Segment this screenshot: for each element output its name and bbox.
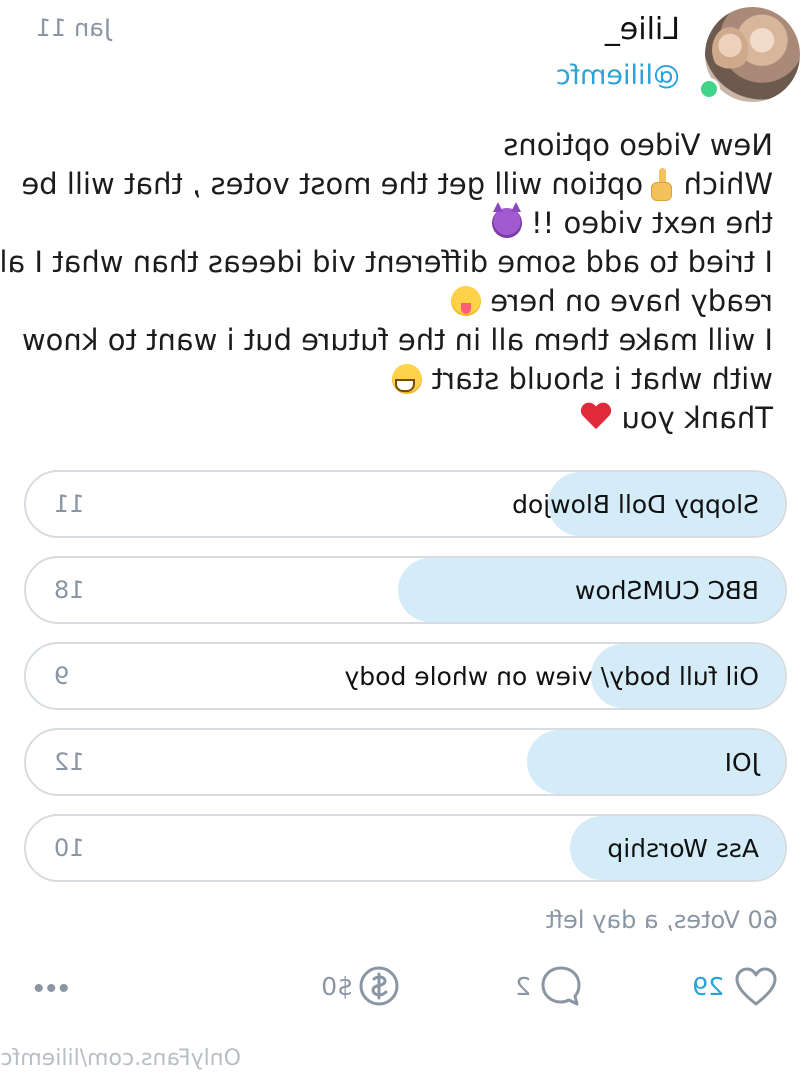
poll-option[interactable]: Ass Worship 10 — [24, 814, 787, 882]
post-text-line: I will make them all in the future but i… — [22, 321, 773, 360]
post-text-segment: option will get the most votes , that wi… — [21, 167, 653, 201]
post-date: Jan 11 — [35, 14, 111, 42]
dollar-circle-icon[interactable] — [357, 964, 401, 1008]
poll-summary: 60 Votes, a day left — [545, 906, 778, 934]
online-status-dot — [698, 78, 720, 100]
post-text-line: New Video options — [33, 126, 773, 165]
post-text: New Video options Which option will get … — [0, 126, 773, 438]
comments-count[interactable]: 2 — [515, 972, 531, 1001]
heart-icon[interactable] — [734, 966, 778, 1008]
poll-option-count: 10 — [54, 834, 85, 862]
post-text-line: ready have on here — [33, 282, 773, 321]
smiling-devil-icon — [491, 208, 522, 238]
post-text-segment: New Video options — [503, 128, 773, 162]
poll-option-count: 18 — [54, 576, 85, 604]
author-display-name[interactable]: Lilie_ — [605, 12, 680, 47]
poll-option[interactable]: BBC CUMShow 18 — [24, 556, 787, 624]
post-text-segment: the next video !! — [521, 206, 773, 240]
tips-amount[interactable]: $0 — [321, 972, 353, 1001]
poll-option-label: Ass Worship — [607, 834, 759, 863]
red-heart-icon — [580, 403, 612, 433]
post-text-segment: Which — [674, 167, 773, 201]
post-text-segment: with what i should start — [422, 362, 773, 396]
post-text-segment: Thank you — [612, 401, 773, 435]
post-text-segment: ready have on here — [481, 284, 773, 318]
poll-option[interactable]: Oil full body/ view on whole body 9 — [24, 642, 787, 710]
poll-option-count: 9 — [54, 662, 70, 690]
post-text-segment: I tried to add some different vid ideeas… — [0, 245, 773, 279]
post-text-segment: I will make them all in the future but i… — [21, 323, 773, 357]
poll-option-label: Oil full body/ view on whole body — [344, 662, 760, 691]
tongue-face-icon — [451, 286, 482, 316]
watermark: OnlyFans.com/liliemfc — [0, 1046, 241, 1071]
poll-option-count: 11 — [54, 490, 85, 518]
post-card: Lilie_ @liliemfc Jan 11 New Video option… — [0, 0, 811, 1080]
pointing-up-hand-icon — [652, 168, 674, 200]
comment-icon[interactable] — [539, 964, 583, 1008]
poll-option-label: BBC CUMShow — [574, 576, 759, 605]
post-text-line: Thank you — [33, 399, 773, 438]
more-dots-icon[interactable]: ••• — [31, 972, 69, 1006]
poll-option-label: JOI — [724, 748, 759, 777]
poll-option[interactable]: JOI 12 — [24, 728, 787, 796]
post-text-line: with what i should start — [33, 360, 773, 399]
post-text-line: Which option will get the most votes , t… — [21, 165, 773, 204]
likes-count[interactable]: 29 — [692, 972, 724, 1001]
post-text-line: I tried to add some different vid ideeas… — [0, 243, 773, 282]
poll-option-label: Sloppy Doll Blowjob — [512, 490, 759, 519]
poll-option-count: 12 — [54, 748, 85, 776]
grinning-face-icon — [392, 364, 423, 394]
post-text-line: the next video !! — [33, 204, 773, 243]
poll-option[interactable]: Sloppy Doll Blowjob 11 — [24, 470, 787, 538]
author-username[interactable]: @liliemfc — [556, 60, 680, 91]
